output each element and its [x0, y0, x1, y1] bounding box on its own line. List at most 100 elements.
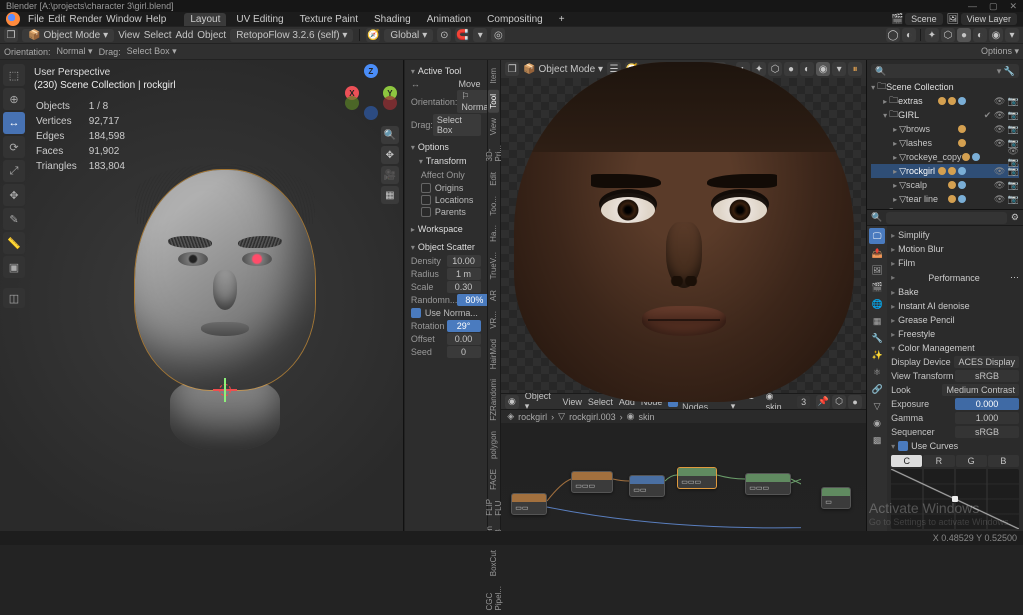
xray-icon[interactable]: ✦	[925, 28, 939, 42]
menu-file[interactable]: File	[28, 14, 44, 25]
pan-icon[interactable]: ✥	[381, 146, 399, 164]
minimize-icon[interactable]: —	[968, 1, 977, 12]
tool-transform[interactable]: ✥	[3, 184, 25, 206]
prop-tab-viewlayer[interactable]: 🖼	[869, 262, 885, 278]
tab-uv[interactable]: UV Editing	[230, 13, 289, 26]
panel-bake[interactable]: Bake	[891, 285, 1019, 299]
sub-options[interactable]: Options ▾	[981, 46, 1019, 57]
zoom-icon[interactable]: 🔍	[381, 126, 399, 144]
extra-tool-1[interactable]: ◫	[3, 288, 25, 308]
shader-select[interactable]: Select	[588, 397, 613, 407]
outliner-search[interactable]: 🔍▾ 🔧	[871, 64, 1019, 78]
sub-orientation-dropdown[interactable]: Normal ▾	[57, 46, 93, 57]
object-scatter-header[interactable]: Object Scatter	[411, 240, 481, 254]
header-view[interactable]: View	[118, 30, 140, 41]
vtab-polygon[interactable]: polygon	[488, 427, 499, 463]
vtab-hairmod[interactable]: HairMod	[488, 335, 499, 373]
ortho-icon[interactable]: ▦	[381, 186, 399, 204]
close-icon[interactable]: ✕	[1009, 1, 1017, 12]
panel-performance[interactable]: Performance⋯	[891, 270, 1019, 285]
tab-shading[interactable]: Shading	[368, 13, 417, 26]
vtab-item[interactable]: Item	[488, 64, 499, 88]
maximize-icon[interactable]: ▢	[989, 1, 998, 12]
prop-tab-mesh[interactable]: ▽	[869, 398, 885, 414]
panel-instant-ai-denoise[interactable]: Instant AI denoise	[891, 299, 1019, 313]
shade2-opts-icon[interactable]: ▾	[832, 62, 846, 76]
tool-scale[interactable]: ⤢	[3, 160, 25, 182]
pivot-icon[interactable]: ⊙	[437, 28, 451, 42]
mode-dropdown[interactable]: 📦 Object Mode ▾	[22, 29, 114, 42]
editor-type-icon[interactable]: ❒	[4, 28, 18, 42]
channel-c[interactable]: C	[891, 455, 922, 467]
scene-dropdown[interactable]: Scene	[905, 13, 943, 25]
panel-film[interactable]: Film	[891, 256, 1019, 270]
tree-girl[interactable]: ▾🗀 GIRL✔ 👁 📷	[871, 108, 1019, 122]
pin-icon[interactable]: 📌	[816, 395, 830, 409]
props-options-icon[interactable]: ⚙	[1011, 212, 1019, 223]
tree-brows[interactable]: ▸▽ brows👁 📷	[871, 122, 1019, 136]
prop-tab-world[interactable]: 🌐	[869, 296, 885, 312]
exposure-input[interactable]: 0.000	[955, 398, 1019, 410]
axis-z-neg-icon[interactable]	[364, 106, 378, 120]
tool-orientation-dropdown[interactable]: ⚐ Normal	[457, 90, 486, 113]
panel-grease-pencil[interactable]: Grease Pencil	[891, 313, 1019, 327]
header-add[interactable]: Add	[175, 30, 193, 41]
shading-solid-icon[interactable]: ●	[957, 28, 971, 42]
vtab-too[interactable]: Too...	[488, 192, 499, 220]
tree-rockeye-copy[interactable]: ▸▽ rockeye_copy👁 📷	[871, 150, 1019, 164]
tool-drag-dropdown[interactable]: Select Box	[433, 114, 481, 136]
sequencer-dropdown[interactable]: sRGB	[955, 426, 1019, 438]
shader-view[interactable]: View	[563, 397, 582, 407]
panel-color-management[interactable]: Color Management	[891, 341, 1019, 355]
shader-solid-icon[interactable]: ●	[848, 395, 862, 409]
shading-wire-icon[interactable]: ⬡	[941, 28, 955, 42]
prop-tab-render[interactable]: 🖵	[869, 228, 885, 244]
prop-tab-scene[interactable]: 🎬	[869, 279, 885, 295]
menu-help[interactable]: Help	[146, 14, 167, 25]
props-search-input[interactable]	[886, 212, 1007, 224]
tool-cursor[interactable]: ⊕	[3, 88, 25, 110]
orientation-icon[interactable]: 🧭	[366, 28, 380, 42]
panel-simplify[interactable]: Simplify	[891, 228, 1019, 242]
tab-texturepaint[interactable]: Texture Paint	[294, 13, 364, 26]
prop-tab-output[interactable]: 📤	[869, 245, 885, 261]
vtab-fzrandomi[interactable]: FZRandomi	[488, 375, 499, 425]
channel-b[interactable]: B	[988, 455, 1019, 467]
tab-add[interactable]: +	[553, 13, 571, 26]
tool-annotate[interactable]: ✎	[3, 208, 25, 230]
shading-render-icon[interactable]: ◉	[989, 28, 1003, 42]
vtab-face[interactable]: FACE	[488, 465, 499, 494]
prop-tab-constraints[interactable]: 🔗	[869, 381, 885, 397]
shader-wire-icon[interactable]: ⬡	[832, 395, 846, 409]
prop-tab-particles[interactable]: ✨	[869, 347, 885, 363]
curve-widget[interactable]	[891, 469, 1019, 529]
options-header[interactable]: Options	[411, 140, 481, 154]
menu-window[interactable]: Window	[106, 14, 142, 25]
scale-input[interactable]: 0.30	[447, 281, 481, 293]
transform-header[interactable]: Transform	[411, 154, 481, 168]
crumb-material[interactable]: skin	[638, 412, 654, 422]
tool-addcube[interactable]: ▣	[3, 256, 25, 278]
radius-input[interactable]: 1 m	[447, 268, 481, 280]
randomness-input[interactable]: 80%	[457, 294, 486, 306]
shading-options-icon[interactable]: ▾	[1005, 28, 1019, 42]
viewport-3d[interactable]: ⬚ ⊕ ↔ ⟳ ⤢ ✥ ✎ 📏 ▣ ◫ User Perspective (23…	[0, 60, 404, 543]
panel-motion-blur[interactable]: Motion Blur	[891, 242, 1019, 256]
density-input[interactable]: 10.00	[447, 255, 481, 267]
menu-edit[interactable]: Edit	[48, 14, 65, 25]
camera-icon[interactable]: 🎥	[381, 166, 399, 184]
view-transform-dropdown[interactable]: sRGB	[955, 370, 1019, 382]
use-normal-checkbox[interactable]	[411, 308, 421, 318]
prop-tab-texture[interactable]: ▩	[869, 432, 885, 448]
workspace-header[interactable]: Workspace	[411, 222, 481, 236]
retopoflow-dropdown[interactable]: RetopoFlow 3.2.6 (self) ▾	[230, 29, 353, 42]
tab-animation[interactable]: Animation	[421, 13, 477, 26]
shading-preview-icon[interactable]: ◐	[973, 28, 987, 42]
gizmos-icon[interactable]: ◯	[886, 28, 900, 42]
vtab-view[interactable]: View	[488, 114, 499, 139]
active-tool-header[interactable]: Active Tool	[411, 64, 481, 78]
sub-drag-dropdown[interactable]: Select Box ▾	[127, 46, 177, 57]
tree-extras[interactable]: ▸🗀 extras👁 📷	[871, 94, 1019, 108]
tree-scalp[interactable]: ▸▽ scalp👁 📷	[871, 178, 1019, 192]
tool-measure[interactable]: 📏	[3, 232, 25, 254]
